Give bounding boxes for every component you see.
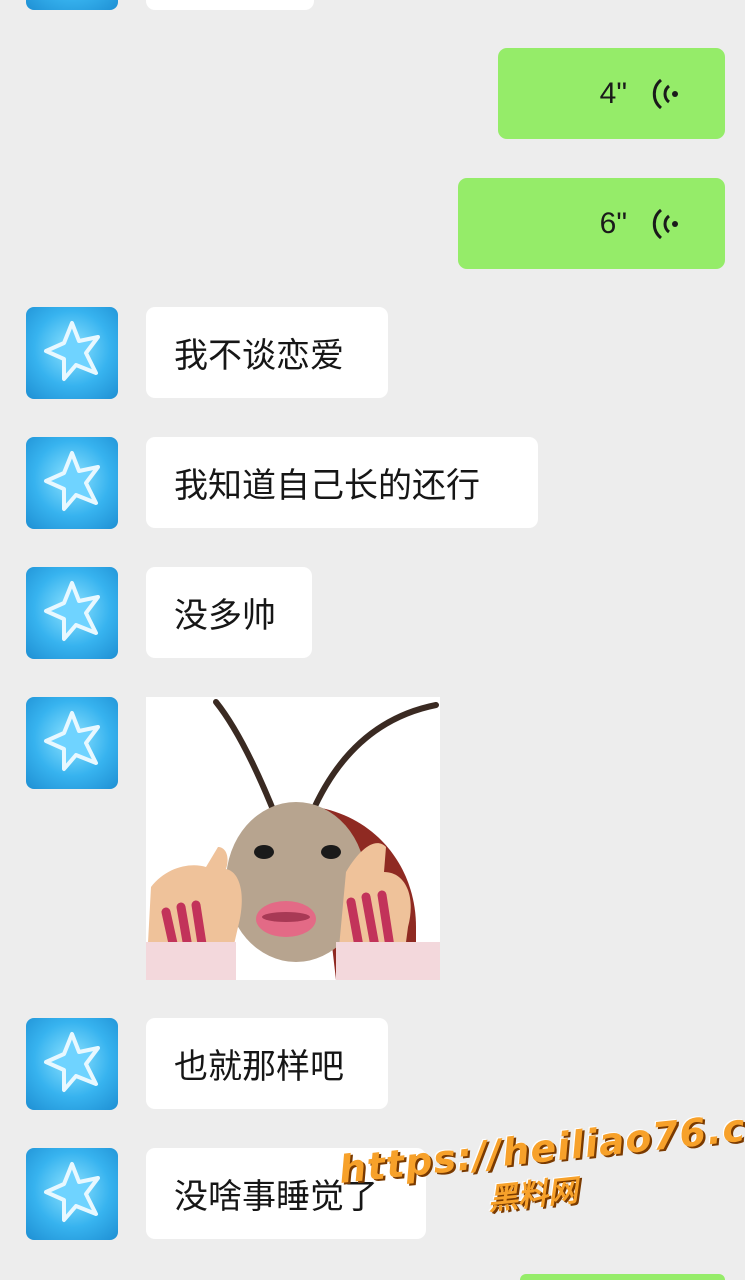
voice-duration: 6": [599, 206, 627, 240]
voice-wave-icon: [652, 78, 678, 109]
voice-message-bubble[interactable]: 4": [498, 48, 725, 139]
voice-wave-icon: [652, 208, 678, 239]
star-avatar-icon: [44, 1162, 100, 1222]
voice-message-bubble[interactable]: 6": [458, 178, 725, 269]
avatar[interactable]: [26, 697, 118, 789]
sticker-message[interactable]: [146, 697, 440, 980]
message-text: 我不谈恋爱: [174, 336, 344, 376]
message-text: 我知道自己长的还行: [174, 466, 480, 506]
message-bubble[interactable]: 没多帅: [146, 567, 312, 658]
star-avatar-icon: [44, 711, 100, 771]
avatar[interactable]: [26, 567, 118, 659]
star-avatar-icon: [44, 581, 100, 641]
message-bubble[interactable]: 我不谈恋爱: [146, 307, 388, 398]
watermark: https://heiliao76.com 黑料网: [337, 1098, 745, 1267]
avatar[interactable]: [26, 1018, 118, 1110]
message-bubble[interactable]: 也就那样吧: [146, 1018, 388, 1109]
avatar[interactable]: [26, 1148, 118, 1240]
star-avatar-icon: [44, 1032, 100, 1092]
message-text: 也就那样吧: [174, 1047, 344, 1087]
star-avatar-icon: [44, 451, 100, 511]
cockroach-meme-icon: [146, 699, 440, 980]
message-bubble-partial[interactable]: [146, 0, 314, 10]
star-avatar-icon: [44, 321, 100, 381]
avatar[interactable]: [26, 437, 118, 529]
voice-duration: 4": [599, 76, 627, 110]
message-text: 没多帅: [174, 596, 276, 636]
message-bubble[interactable]: 我知道自己长的还行: [146, 437, 538, 528]
avatar[interactable]: [26, 307, 118, 399]
voice-message-bubble-partial[interactable]: [520, 1274, 725, 1280]
avatar[interactable]: [26, 0, 118, 10]
